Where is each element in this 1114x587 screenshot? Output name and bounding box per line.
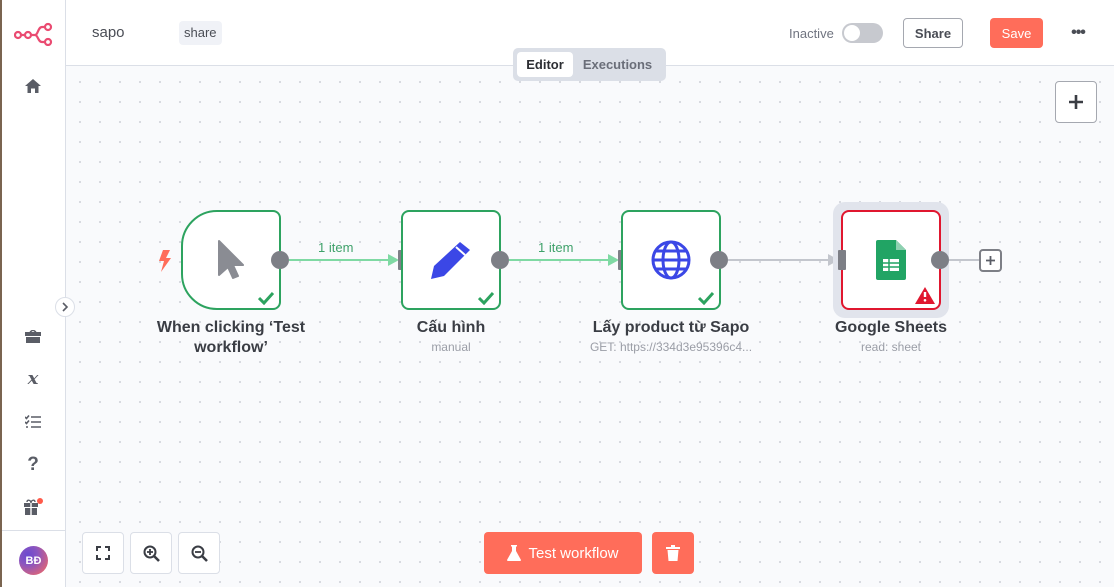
node-lay-product-tu-sapo[interactable] <box>621 210 721 310</box>
cursor-icon <box>209 238 253 282</box>
delete-execution-button[interactable] <box>652 532 694 574</box>
workflow-name[interactable]: sapo <box>92 24 125 41</box>
node-title: Lấy product từ Sapo <box>592 319 750 336</box>
add-next-node-button[interactable] <box>979 249 1002 272</box>
toggle-knob <box>844 25 860 41</box>
more-options-button[interactable]: ••• <box>1066 22 1090 44</box>
n8n-logo-icon[interactable] <box>13 22 54 47</box>
node-title: When clicking ‘Test workflow’ <box>156 319 306 356</box>
trash-icon <box>666 545 680 561</box>
plus-icon <box>986 256 995 265</box>
sidebar: x ? BĐ <box>2 0 66 587</box>
flask-icon <box>507 545 522 561</box>
test-workflow-button[interactable]: Test workflow <box>484 532 642 574</box>
plus-icon <box>1069 95 1083 109</box>
test-workflow-label: Test workflow <box>528 544 619 562</box>
output-handle[interactable] <box>710 251 728 269</box>
fit-view-button[interactable] <box>82 532 124 574</box>
workflow-tag[interactable]: share <box>179 21 222 45</box>
chevron-right-icon <box>62 302 69 312</box>
node-manual-trigger[interactable] <box>181 210 281 310</box>
success-check-icon <box>478 291 494 305</box>
fit-view-icon <box>96 546 110 560</box>
zoom-out-icon <box>191 545 208 562</box>
ellipsis-icon: ••• <box>1071 24 1086 41</box>
node-title: Google Sheets <box>834 319 948 336</box>
user-avatar[interactable]: BĐ <box>19 546 48 575</box>
zoom-in-button[interactable] <box>130 532 172 574</box>
sidebar-collapse-button[interactable] <box>55 297 75 317</box>
node-subtitle: read: sheet <box>860 340 922 354</box>
zoom-in-icon <box>143 545 160 562</box>
output-handle[interactable] <box>271 251 289 269</box>
help-icon[interactable]: ? <box>22 454 44 476</box>
active-status-label: Inactive <box>789 26 834 41</box>
node-google-sheets[interactable] <box>841 210 941 310</box>
google-sheets-icon <box>869 238 913 282</box>
input-handle[interactable] <box>838 250 846 270</box>
success-check-icon <box>698 291 714 305</box>
home-icon[interactable] <box>22 75 44 97</box>
pencil-icon <box>429 238 473 282</box>
active-toggle[interactable] <box>842 23 883 43</box>
node-subtitle: manual <box>431 340 471 354</box>
add-node-button[interactable] <box>1055 81 1097 123</box>
edge-label: 1 item <box>538 240 574 255</box>
node-subtitle: GET: https://334d3e95396c4... <box>589 340 753 354</box>
zoom-out-button[interactable] <box>178 532 220 574</box>
gift-icon[interactable] <box>22 496 44 518</box>
output-handle[interactable] <box>491 251 509 269</box>
tab-editor[interactable]: Editor <box>517 52 573 77</box>
tab-executions[interactable]: Executions <box>573 52 662 77</box>
edge-label: 1 item <box>318 240 354 255</box>
share-button[interactable]: Share <box>903 18 963 48</box>
view-tabs: Editor Executions <box>513 48 666 81</box>
warning-icon[interactable] <box>915 287 935 304</box>
templates-box-icon[interactable] <box>22 325 44 347</box>
executions-list-icon[interactable] <box>22 411 44 433</box>
success-check-icon <box>258 291 274 305</box>
sidebar-divider <box>2 530 66 531</box>
output-handle[interactable] <box>931 251 949 269</box>
node-cau-hinh[interactable] <box>401 210 501 310</box>
node-title: Cấu hình <box>416 319 486 336</box>
globe-icon <box>649 238 693 282</box>
variables-icon[interactable]: x <box>22 367 44 389</box>
save-button[interactable]: Save <box>990 18 1043 48</box>
trigger-bolt-icon <box>157 249 173 273</box>
